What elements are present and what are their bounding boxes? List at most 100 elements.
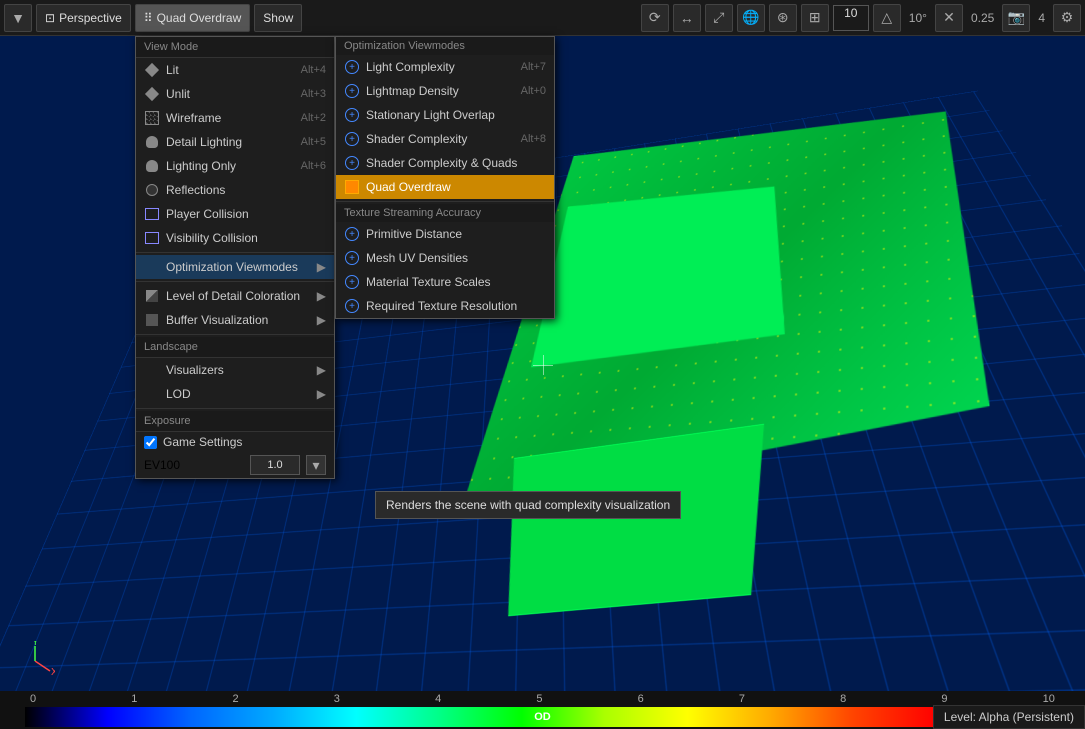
label-10: 10 xyxy=(1043,693,1055,705)
stationary-light-icon: + xyxy=(344,107,360,123)
wireframe-shortcut: Alt+2 xyxy=(301,112,326,124)
lightmap-density-label: Lightmap Density xyxy=(366,84,515,98)
menu-item-visibility-collision[interactable]: Visibility Collision xyxy=(136,226,334,250)
lod-short-label: LOD xyxy=(166,387,311,401)
view-mode-btn[interactable]: ⠿ Quad Overdraw xyxy=(135,4,251,32)
grid-view-btn[interactable]: ⊞ xyxy=(801,4,829,32)
snap-value: 10° xyxy=(905,11,931,25)
light-complexity-label: Light Complexity xyxy=(366,60,515,74)
snap-icon[interactable]: ✕ xyxy=(935,4,963,32)
maximize-btn[interactable]: ⤢ xyxy=(705,4,733,32)
label-8: 8 xyxy=(840,693,846,705)
menu-item-unlit[interactable]: Unlit Alt+3 xyxy=(136,82,334,106)
required-texture-icon: + xyxy=(344,298,360,314)
buffer-label: Buffer Visualization xyxy=(166,313,311,327)
visualizers-label: Visualizers xyxy=(166,363,311,377)
submenu-primitive-distance[interactable]: + Primitive Distance xyxy=(336,222,554,246)
world-btn[interactable]: 🌐 xyxy=(737,4,765,32)
submenu-required-texture[interactable]: + Required Texture Resolution xyxy=(336,294,554,318)
shader-quads-icon: + xyxy=(344,155,360,171)
submenu-lightmap-density[interactable]: + Lightmap Density Alt+0 xyxy=(336,79,554,103)
label-0: 0 xyxy=(30,693,36,705)
required-texture-label: Required Texture Resolution xyxy=(366,299,546,313)
detail-lighting-label: Detail Lighting xyxy=(166,135,295,149)
submenu-quad-overdraw[interactable]: Quad Overdraw xyxy=(336,175,554,199)
menu-item-lod-short[interactable]: LOD ▶ xyxy=(136,382,334,406)
optimization-submenu: Optimization Viewmodes + Light Complexit… xyxy=(335,36,555,319)
submenu-material-texture[interactable]: + Material Texture Scales xyxy=(336,270,554,294)
wireframe-label: Wireframe xyxy=(166,111,295,125)
angle-icon: △ xyxy=(873,4,901,32)
submenu-stationary-light[interactable]: + Stationary Light Overlap xyxy=(336,103,554,127)
show-btn[interactable]: Show xyxy=(254,4,302,32)
optimization-icon xyxy=(144,259,160,275)
lighting-only-icon xyxy=(144,158,160,174)
pd-icon-circle: + xyxy=(345,227,359,241)
lit-label: Lit xyxy=(166,63,295,77)
view-mode-header: View Mode xyxy=(136,37,334,58)
submenu-light-complexity[interactable]: + Light Complexity Alt+7 xyxy=(336,55,554,79)
material-texture-icon: + xyxy=(344,274,360,290)
axis-indicator: X Y xyxy=(15,641,55,684)
camera-icon[interactable]: 📷 xyxy=(1002,4,1030,32)
visualizers-icon xyxy=(144,362,160,378)
menu-item-buffer[interactable]: Buffer Visualization ▶ xyxy=(136,308,334,332)
unlit-icon xyxy=(144,86,160,102)
lit-icon xyxy=(144,62,160,78)
y-axis-label: Y xyxy=(32,641,39,648)
sl-icon-circle: + xyxy=(345,108,359,122)
color-bar-gradient: OD xyxy=(25,707,1060,727)
show-label: Show xyxy=(263,11,293,25)
label-4: 4 xyxy=(435,693,441,705)
optimization-submenu-header: Optimization Viewmodes xyxy=(336,37,554,55)
grid-btn[interactable]: ↔ xyxy=(673,4,701,32)
optimization-arrow: ▶ xyxy=(317,260,326,274)
menu-item-optimization[interactable]: Optimization Viewmodes ▶ xyxy=(136,255,334,279)
menu-item-reflections[interactable]: Reflections xyxy=(136,178,334,202)
label-2: 2 xyxy=(233,693,239,705)
menu-item-lighting-only[interactable]: Lighting Only Alt+6 xyxy=(136,154,334,178)
separator1 xyxy=(136,252,334,253)
submenu-shader-complexity-quads[interactable]: + Shader Complexity & Quads xyxy=(336,151,554,175)
menu-item-wireframe[interactable]: Wireframe Alt+2 xyxy=(136,106,334,130)
material-texture-label: Material Texture Scales xyxy=(366,275,546,289)
menu-item-detail-lighting[interactable]: Detail Lighting Alt+5 xyxy=(136,130,334,154)
player-collision-icon xyxy=(144,206,160,222)
reflections-icon xyxy=(144,182,160,198)
unlit-label: Unlit xyxy=(166,87,295,101)
lighting-only-shortcut: Alt+6 xyxy=(301,160,326,172)
reflections-label: Reflections xyxy=(166,183,320,197)
player-collision-label: Player Collision xyxy=(166,207,326,221)
mu-icon-circle: + xyxy=(345,251,359,265)
mesh-uv-label: Mesh UV Densities xyxy=(366,251,546,265)
game-settings-check[interactable] xyxy=(144,436,157,449)
ev100-input[interactable] xyxy=(250,455,300,475)
menu-item-visualizers[interactable]: Visualizers ▶ xyxy=(136,358,334,382)
visualizers-arrow: ▶ xyxy=(317,363,326,377)
lc-icon-circle: + xyxy=(345,60,359,74)
exposure-header: Exposure xyxy=(136,411,334,432)
perspective-btn[interactable]: ⊡ Perspective xyxy=(36,4,131,32)
rt-icon-circle: + xyxy=(345,299,359,313)
game-settings-checkbox[interactable]: Game Settings xyxy=(136,432,334,452)
separator2 xyxy=(136,281,334,282)
menu-item-lod[interactable]: Level of Detail Coloration ▶ xyxy=(136,284,334,308)
ev100-row: EV100 ▾ xyxy=(136,452,334,478)
scale-value: 0.25 xyxy=(967,11,998,25)
menu-item-lit[interactable]: Lit Alt+4 xyxy=(136,58,334,82)
view-mode-label: Quad Overdraw xyxy=(157,11,242,25)
lod-short-icon xyxy=(144,386,160,402)
surface-btn[interactable]: ⊛ xyxy=(769,4,797,32)
menu-item-player-collision[interactable]: Player Collision xyxy=(136,202,334,226)
ev100-spinner[interactable]: ▾ xyxy=(306,455,326,475)
x-axis-label: X xyxy=(51,667,55,678)
dropdown-arrow-btn[interactable]: ▼ xyxy=(4,4,32,32)
transform-btn[interactable]: ⟳ xyxy=(641,4,669,32)
label-5: 5 xyxy=(536,693,542,705)
grid-size-input[interactable]: 10 xyxy=(833,5,869,31)
submenu-shader-complexity[interactable]: + Shader Complexity Alt+8 xyxy=(336,127,554,151)
detail-lighting-shortcut: Alt+5 xyxy=(301,136,326,148)
status-bar: Level: Alpha (Persistent) xyxy=(933,705,1085,729)
submenu-mesh-uv[interactable]: + Mesh UV Densities xyxy=(336,246,554,270)
settings-icon[interactable]: ⚙ xyxy=(1053,4,1081,32)
